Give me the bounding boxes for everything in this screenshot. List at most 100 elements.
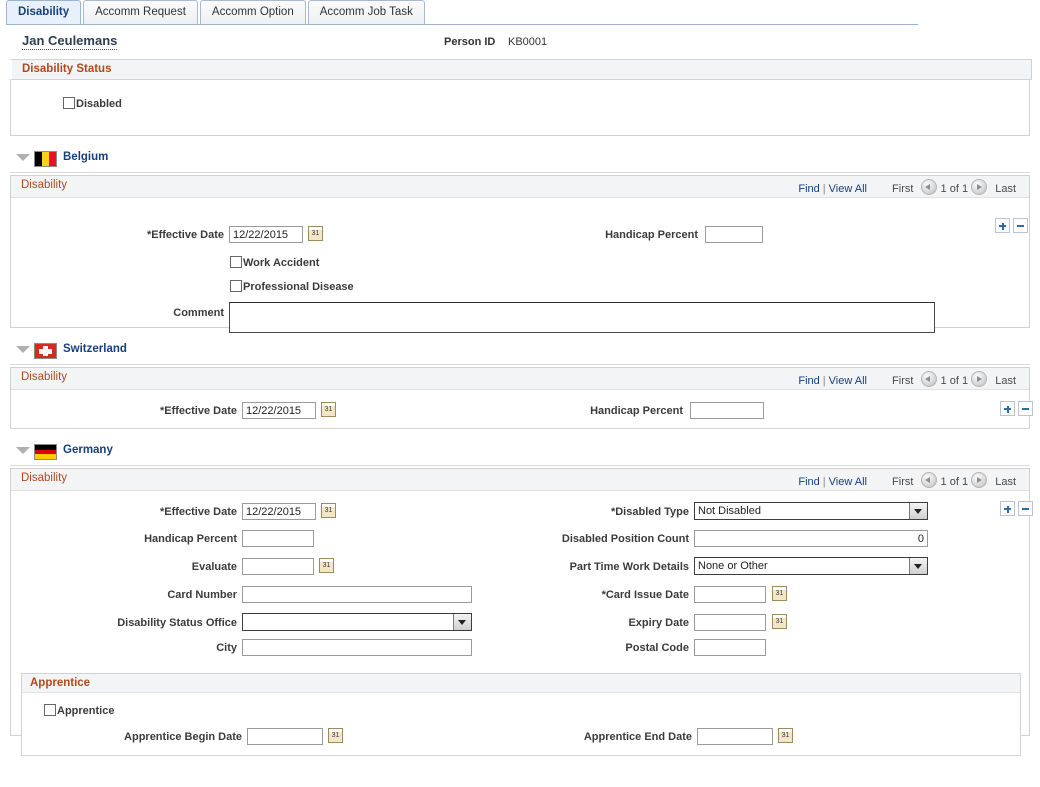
previous-row-icon[interactable] <box>921 371 938 387</box>
find-link[interactable]: Find <box>798 375 819 387</box>
add-row-button[interactable] <box>995 218 1010 233</box>
germany-postal-code-label: Postal Code <box>625 642 689 654</box>
germany-effective-date-label: *Effective Date <box>159 506 237 518</box>
find-link[interactable]: Find <box>798 183 819 195</box>
germany-grid-header: Disability Find | View All First 1 of 1 La… <box>11 469 1029 491</box>
switzerland-disability-panel: Disability Find | View All First 1 of 1 La… <box>10 367 1033 429</box>
belgium-label[interactable]: Belgium <box>63 151 108 163</box>
belgium-handicap-percent-input[interactable] <box>705 226 763 243</box>
flag-germany-icon <box>34 444 57 460</box>
delete-row-button[interactable] <box>1013 218 1028 233</box>
work-accident-checkbox[interactable] <box>230 256 242 268</box>
switzerland-effective-date-input[interactable] <box>242 402 316 419</box>
next-row-icon[interactable] <box>971 371 988 387</box>
first-link[interactable]: First <box>892 476 913 488</box>
previous-row-icon[interactable] <box>921 472 938 488</box>
tab-accomm-request[interactable]: Accomm Request <box>83 0 198 24</box>
belgium-work-accident-group[interactable]: Work Accident <box>230 256 319 269</box>
last-link[interactable]: Last <box>995 476 1016 488</box>
germany-card-number-input[interactable] <box>242 586 472 603</box>
tab-disability[interactable]: Disability <box>6 0 82 24</box>
tab-accomm-job-task-label: Accomm Job Task <box>319 6 413 18</box>
germany-evaluate-input[interactable] <box>242 558 314 575</box>
add-row-button[interactable] <box>1000 401 1015 416</box>
first-link[interactable]: First <box>892 375 913 387</box>
flag-switzerland-icon <box>34 343 57 359</box>
apprentice-begin-date-label: Apprentice Begin Date <box>124 731 242 743</box>
calendar-icon[interactable]: 31 <box>321 402 336 417</box>
belgium-effective-date-input[interactable] <box>229 226 303 243</box>
apprentice-checkbox-group[interactable]: Apprentice <box>44 704 114 717</box>
germany-disability-status-office-select[interactable] <box>242 613 472 631</box>
next-row-icon[interactable] <box>971 179 988 195</box>
professional-disease-checkbox[interactable] <box>230 280 242 292</box>
germany-label[interactable]: Germany <box>63 444 113 456</box>
find-link[interactable]: Find <box>798 476 819 488</box>
germany-disabled-position-count-input[interactable] <box>694 530 928 547</box>
view-all-link[interactable]: View All <box>829 375 867 387</box>
disabled-checkbox[interactable] <box>63 97 75 109</box>
germany-expiry-date-input[interactable] <box>694 614 766 631</box>
previous-row-icon[interactable] <box>921 179 938 195</box>
germany-handicap-percent-label: Handicap Percent <box>144 533 237 545</box>
collapse-triangle-icon[interactable] <box>16 154 30 161</box>
last-link[interactable]: Last <box>995 375 1016 387</box>
switzerland-grid-header: Disability Find | View All First 1 of 1 La… <box>11 368 1029 390</box>
chevron-down-icon[interactable] <box>909 503 927 519</box>
delete-row-button[interactable] <box>1018 401 1033 416</box>
germany-grid-title: Disability <box>21 472 68 484</box>
calendar-icon[interactable]: 31 <box>328 728 343 743</box>
collapse-triangle-icon[interactable] <box>16 346 30 353</box>
tab-accomm-request-label: Accomm Request <box>95 6 186 18</box>
calendar-icon[interactable]: 31 <box>319 558 334 573</box>
view-all-link[interactable]: View All <box>829 183 867 195</box>
tab-accomm-option-label: Accomm Option <box>211 6 294 18</box>
apprentice-end-date-input[interactable] <box>697 728 773 745</box>
tab-accomm-option[interactable]: Accomm Option <box>199 0 306 24</box>
belgium-professional-disease-group[interactable]: Professional Disease <box>230 280 354 293</box>
germany-disabled-type-select[interactable]: Not Disabled <box>694 502 928 520</box>
belgium-section-header[interactable]: Belgium <box>10 146 1030 173</box>
chevron-down-icon[interactable] <box>909 558 927 574</box>
disabled-checkbox-group[interactable]: Disabled <box>63 97 122 110</box>
germany-effective-date-input[interactable] <box>242 503 316 520</box>
germany-disabled-type-value: Not Disabled <box>698 505 761 517</box>
switzerland-grid-title: Disability <box>21 371 68 383</box>
germany-city-input[interactable] <box>242 639 472 656</box>
germany-postal-code-input[interactable] <box>694 639 766 656</box>
calendar-icon[interactable]: 31 <box>308 226 323 241</box>
switzerland-label[interactable]: Switzerland <box>63 343 127 355</box>
row-counter: 1 of 1 <box>940 476 969 488</box>
germany-part-time-work-details-select[interactable]: None or Other <box>694 557 928 575</box>
calendar-icon[interactable]: 31 <box>321 503 336 518</box>
germany-section-header[interactable]: Germany <box>10 439 1030 466</box>
next-row-icon[interactable] <box>971 472 988 488</box>
disabled-checkbox-label: Disabled <box>76 98 122 110</box>
first-link[interactable]: First <box>892 183 913 195</box>
person-id-label: Person ID <box>444 36 496 48</box>
calendar-icon[interactable]: 31 <box>778 728 793 743</box>
last-link[interactable]: Last <box>995 183 1016 195</box>
person-header: Jan Ceulemans Person ID KB0001 <box>8 25 1032 59</box>
germany-city-label: City <box>216 642 237 654</box>
apprentice-begin-date-input[interactable] <box>247 728 323 745</box>
germany-handicap-percent-input[interactable] <box>242 530 314 547</box>
delete-row-button[interactable] <box>1018 501 1033 516</box>
tab-accomm-job-task[interactable]: Accomm Job Task <box>307 0 425 24</box>
apprentice-checkbox[interactable] <box>44 704 56 716</box>
person-name-link[interactable]: Jan Ceulemans <box>22 33 118 50</box>
calendar-icon[interactable]: 31 <box>772 586 787 601</box>
belgium-comment-textarea[interactable] <box>229 302 935 333</box>
add-row-button[interactable] <box>1000 501 1015 516</box>
germany-disabled-type-label: *Disabled Type <box>610 506 689 518</box>
calendar-icon[interactable]: 31 <box>772 614 787 629</box>
germany-evaluate-label: Evaluate <box>191 561 237 573</box>
switzerland-section-header[interactable]: Switzerland <box>10 338 1030 365</box>
switzerland-handicap-percent-input[interactable] <box>690 402 764 419</box>
apprentice-panel-body: Apprentice Apprentice Begin Date 31 Appr… <box>22 693 1020 755</box>
germany-part-time-work-details-label: Part Time Work Details <box>569 561 689 573</box>
collapse-triangle-icon[interactable] <box>16 447 30 454</box>
germany-card-issue-date-input[interactable] <box>694 586 766 603</box>
calendar-icon-text: 31 <box>311 230 320 237</box>
view-all-link[interactable]: View All <box>829 476 867 488</box>
